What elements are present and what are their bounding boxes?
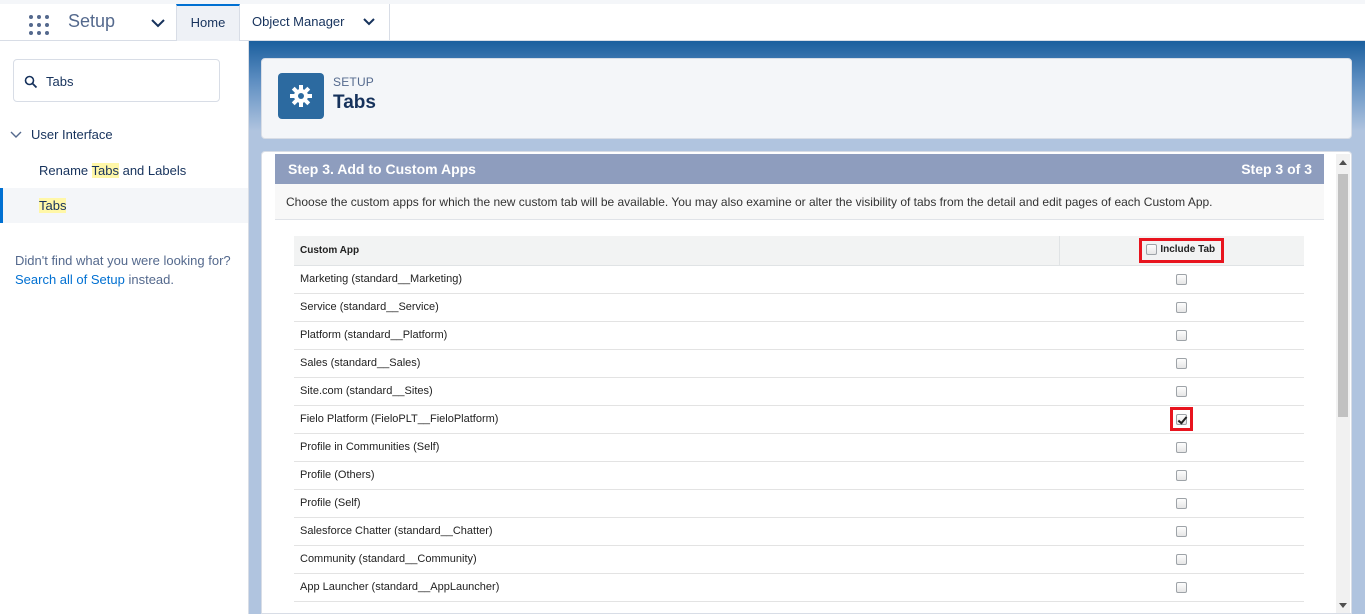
custom-apps-table: Custom App Include Tab Marketing (standa… <box>294 236 1304 602</box>
column-header-include-tab: Include Tab <box>1058 236 1304 266</box>
tab-home[interactable]: Home <box>176 4 240 41</box>
step-header: Step 3. Add to Custom Apps Step 3 of 3 <box>275 154 1324 184</box>
page-title: Tabs <box>333 92 376 113</box>
not-found-text: Didn't find what you were looking for? <box>15 253 231 268</box>
table-row: Profile (Self) <box>294 489 1304 518</box>
scrollbar[interactable] <box>1336 154 1350 613</box>
page-breadcrumb: SETUP <box>333 75 375 89</box>
include-tab-cell <box>1059 293 1304 322</box>
custom-app-name: Platform (standard__Platform) <box>294 321 1059 350</box>
include-tab-checkbox[interactable] <box>1176 553 1187 565</box>
quick-find-input[interactable] <box>46 70 206 92</box>
tab-object-manager-label: Object Manager <box>252 14 345 29</box>
include-tab-checkbox[interactable] <box>1176 469 1187 481</box>
wizard-panel: Step 3. Add to Custom Apps Step 3 of 3 C… <box>261 151 1352 614</box>
include-tab-cell <box>1059 377 1304 406</box>
tree-node-label: User Interface <box>31 127 113 142</box>
include-tab-cell <box>1059 489 1304 518</box>
custom-app-name: Fielo Platform (FieloPLT__FieloPlatform) <box>294 405 1059 434</box>
scroll-down-arrow-icon[interactable] <box>1339 603 1347 608</box>
gear-icon <box>278 73 324 119</box>
table-row: Salesforce Chatter (standard__Chatter) <box>294 517 1304 546</box>
table-row: App Launcher (standard__AppLauncher) <box>294 573 1304 602</box>
chevron-down-icon[interactable] <box>10 130 22 140</box>
include-tab-cell <box>1059 265 1304 294</box>
checked-annotation <box>1170 407 1193 431</box>
table-row: Fielo Platform (FieloPLT__FieloPlatform) <box>294 405 1304 434</box>
include-tab-checkbox[interactable] <box>1176 385 1187 397</box>
chevron-down-icon[interactable] <box>150 13 166 31</box>
scrollbar-thumb[interactable] <box>1338 174 1348 417</box>
include-tab-cell <box>1059 349 1304 378</box>
setup-sidebar: User Interface Rename Tabs and Labels Ta… <box>0 41 249 614</box>
step-counter: Step 3 of 3 <box>1241 161 1312 177</box>
custom-app-name: Profile (Others) <box>294 461 1059 490</box>
scroll-up-arrow-icon[interactable] <box>1339 160 1347 165</box>
sidebar-item-label: Rename <box>39 163 92 178</box>
global-nav: Setup Home Object Manager <box>0 0 1365 41</box>
include-tab-cell <box>1059 433 1304 462</box>
sidebar-item-label: and Labels <box>118 163 187 178</box>
include-tab-cell <box>1059 321 1304 350</box>
include-tab-checkbox[interactable] <box>1176 357 1187 369</box>
table-header-row: Custom App Include Tab <box>294 236 1304 266</box>
not-found-suffix: instead. <box>124 272 175 287</box>
custom-app-name: Profile in Communities (Self) <box>294 433 1059 462</box>
include-tab-checkbox[interactable] <box>1176 301 1187 313</box>
include-tab-checkbox[interactable] <box>1176 581 1187 593</box>
table-row: Platform (standard__Platform) <box>294 321 1304 350</box>
table-row: Service (standard__Service) <box>294 293 1304 322</box>
include-tab-checkbox[interactable] <box>1176 441 1187 453</box>
include-all-checkbox[interactable] <box>1146 244 1158 256</box>
column-header-custom-app: Custom App <box>294 236 1059 266</box>
include-tab-cell <box>1059 545 1304 574</box>
include-tab-label: Include Tab <box>1160 243 1216 255</box>
custom-app-name: Sales (standard__Sales) <box>294 349 1059 378</box>
table-row: Profile in Communities (Self) <box>294 433 1304 462</box>
tab-object-manager[interactable]: Object Manager <box>240 4 390 41</box>
include-tab-checkbox[interactable] <box>1176 273 1187 285</box>
sidebar-item-rename-tabs-and-labels[interactable]: Rename Tabs and Labels <box>0 153 248 188</box>
include-tab-annotation: Include Tab <box>1139 237 1225 263</box>
table-row: Community (standard__Community) <box>294 545 1304 574</box>
search-highlight: Tabs <box>39 198 67 213</box>
table-body: Marketing (standard__Marketing) Service (… <box>294 265 1304 602</box>
step-title: Step 3. Add to Custom Apps <box>288 161 476 177</box>
table-row: Profile (Others) <box>294 461 1304 490</box>
main-content: SETUP Tabs Step 3. Add to Custom Apps St… <box>249 41 1365 614</box>
app-launcher-icon[interactable] <box>26 12 52 38</box>
include-tab-checkbox[interactable] <box>1176 497 1187 509</box>
custom-app-name: Marketing (standard__Marketing) <box>294 265 1059 294</box>
chevron-down-icon[interactable] <box>362 16 376 28</box>
include-tab-checkbox[interactable] <box>1176 525 1187 537</box>
sidebar-item-tabs[interactable]: Tabs <box>0 188 248 223</box>
quick-find-box[interactable] <box>13 59 220 102</box>
include-tab-checkbox[interactable] <box>1176 413 1187 425</box>
table-row: Site.com (standard__Sites) <box>294 377 1304 406</box>
page-header: SETUP Tabs <box>261 58 1352 139</box>
custom-app-name: Community (standard__Community) <box>294 545 1059 574</box>
custom-app-name: Service (standard__Service) <box>294 293 1059 322</box>
include-tab-cell <box>1059 461 1304 490</box>
search-icon <box>24 75 38 89</box>
include-tab-checkbox[interactable] <box>1176 329 1187 341</box>
search-highlight: Tabs <box>91 163 119 178</box>
include-tab-cell <box>1059 517 1304 546</box>
app-name: Setup <box>68 11 116 31</box>
custom-app-name: Salesforce Chatter (standard__Chatter) <box>294 517 1059 546</box>
custom-app-name: Site.com (standard__Sites) <box>294 377 1059 406</box>
step-instructions: Choose the custom apps for which the new… <box>275 184 1324 220</box>
not-found-message: Didn't find what you were looking for? S… <box>15 251 237 289</box>
include-tab-cell <box>1059 405 1304 434</box>
search-all-setup-link[interactable]: Search all of Setup <box>15 272 125 287</box>
table-row: Marketing (standard__Marketing) <box>294 265 1304 294</box>
include-tab-cell <box>1059 573 1304 602</box>
custom-app-name: Profile (Self) <box>294 489 1059 518</box>
table-row: Sales (standard__Sales) <box>294 349 1304 378</box>
custom-app-name: App Launcher (standard__AppLauncher) <box>294 573 1059 602</box>
